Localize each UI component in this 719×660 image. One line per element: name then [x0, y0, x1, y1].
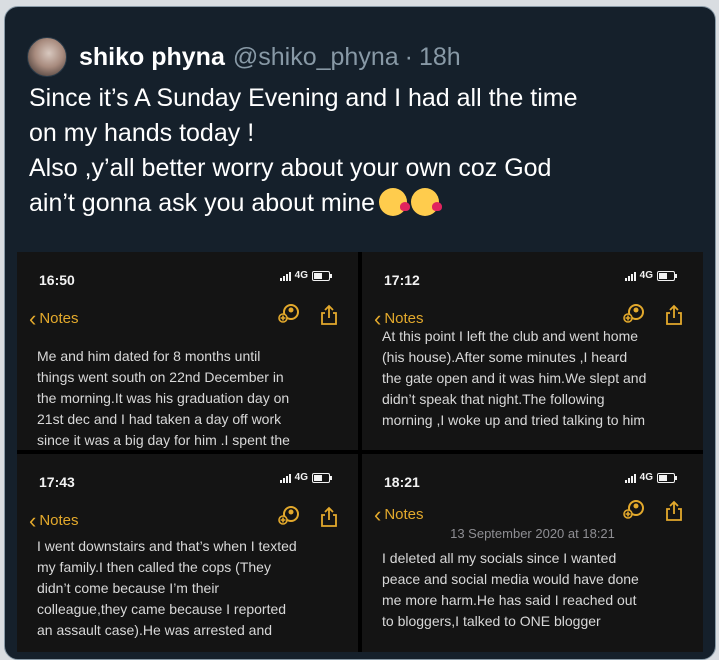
signal-icon [279, 473, 292, 483]
note-actions [623, 304, 683, 326]
add-person-icon[interactable] [623, 500, 647, 522]
note-body: I deleted all my socials since I wanted … [382, 550, 639, 629]
note-actions [623, 500, 683, 522]
battery-icon [312, 472, 332, 483]
note-body: I went downstairs and that’s when I text… [37, 538, 297, 638]
share-icon[interactable] [320, 304, 338, 326]
status-indicators: 4G [279, 270, 332, 281]
user-handle[interactable]: @shiko_phyna [233, 43, 399, 72]
chevron-left-icon: ‹ [374, 306, 382, 331]
tweet-header: shiko phyna @shiko_phyna · 18h [27, 37, 461, 77]
back-label: Notes [384, 506, 424, 523]
avatar[interactable] [27, 37, 67, 77]
media-image-1[interactable]: 16:50 4G ‹ Notes Me and him dated for 8 … [17, 252, 358, 450]
battery-icon [312, 270, 332, 281]
media-image-3[interactable]: 17:43 4G ‹ Notes I went downstairs and t… [17, 454, 358, 652]
signal-icon [279, 271, 292, 281]
notes-back-button[interactable]: ‹ Notes [29, 306, 79, 331]
notes-back-button[interactable]: ‹ Notes [374, 502, 424, 527]
share-icon[interactable] [665, 304, 683, 326]
face-blowing-a-kiss-icon [379, 188, 411, 216]
tweet-text: Since it’s A Sunday Evening and I had al… [29, 81, 689, 221]
note-body: At this point I left the club and went h… [382, 328, 647, 428]
media-grid: 16:50 4G ‹ Notes Me and him dated for 8 … [17, 252, 703, 652]
network-label: 4G [639, 270, 653, 281]
face-blowing-a-kiss-icon [411, 188, 443, 216]
tweet-body: Since it’s A Sunday Evening and I had al… [29, 84, 578, 217]
share-icon[interactable] [320, 506, 338, 528]
separator-dot: · [404, 42, 413, 71]
chevron-left-icon: ‹ [29, 508, 37, 533]
chevron-left-icon: ‹ [374, 502, 382, 527]
chevron-left-icon: ‹ [29, 306, 37, 331]
tweet-card[interactable]: shiko phyna @shiko_phyna · 18h Since it’… [4, 6, 716, 660]
status-time: 17:43 [39, 474, 75, 490]
signal-icon [624, 473, 637, 483]
note-date: 13 September 2020 at 18:21 [450, 526, 615, 541]
back-label: Notes [39, 310, 79, 327]
note-body: Me and him dated for 8 months until thin… [37, 348, 290, 448]
notes-back-button[interactable]: ‹ Notes [374, 306, 424, 331]
back-label: Notes [384, 310, 424, 327]
network-label: 4G [294, 472, 308, 483]
tweet-timestamp[interactable]: 18h [419, 43, 461, 72]
battery-icon [657, 472, 677, 483]
status-time: 16:50 [39, 272, 75, 288]
share-icon[interactable] [665, 500, 683, 522]
network-label: 4G [294, 270, 308, 281]
status-time: 17:12 [384, 272, 420, 288]
add-person-icon[interactable] [278, 506, 302, 528]
notes-back-button[interactable]: ‹ Notes [29, 508, 79, 533]
media-image-2[interactable]: 17:12 4G ‹ Notes At this point I left th… [362, 252, 703, 450]
display-name[interactable]: shiko phyna [79, 43, 225, 72]
status-indicators: 4G [279, 472, 332, 483]
signal-icon [624, 271, 637, 281]
battery-icon [657, 270, 677, 281]
status-time: 18:21 [384, 474, 420, 490]
note-actions [278, 304, 338, 326]
back-label: Notes [39, 512, 79, 529]
media-image-4[interactable]: 18:21 4G ‹ Notes 13 September 2020 at 18… [362, 454, 703, 652]
network-label: 4G [639, 472, 653, 483]
status-indicators: 4G [624, 472, 677, 483]
status-indicators: 4G [624, 270, 677, 281]
add-person-icon[interactable] [623, 304, 647, 326]
add-person-icon[interactable] [278, 304, 302, 326]
note-actions [278, 506, 338, 528]
